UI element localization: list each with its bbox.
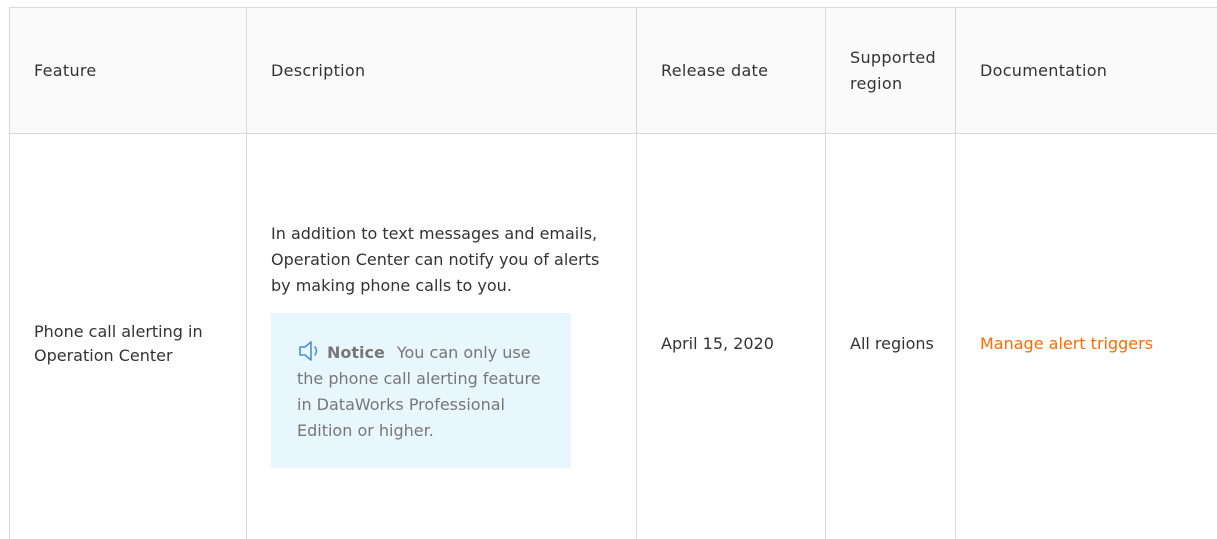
notice-label: Notice xyxy=(327,342,385,362)
description-text: In addition to text messages and emails,… xyxy=(271,223,600,295)
table-header: Feature Description Release date Support… xyxy=(9,7,1217,134)
header-supported-region: Supported region xyxy=(825,7,956,134)
manage-alert-triggers-link[interactable]: Manage alert triggers xyxy=(980,334,1153,353)
feature-cell: Phone call alerting in Operation Center xyxy=(9,133,247,539)
table-body: Phone call alerting in Operation Center … xyxy=(9,133,1217,539)
header-description: Description xyxy=(246,7,637,134)
header-release-date: Release date xyxy=(636,7,826,134)
notice-box: Notice You can only use the phone call al… xyxy=(271,312,571,468)
description-cell: In addition to text messages and emails,… xyxy=(246,133,637,539)
speaker-icon xyxy=(297,339,323,363)
header-feature: Feature xyxy=(9,7,247,134)
release-date-cell: April 15, 2020 xyxy=(636,133,826,539)
table-row: Phone call alerting in Operation Center … xyxy=(9,133,1217,539)
supported-region-cell: All regions xyxy=(825,133,956,539)
page: Feature Description Release date Support… xyxy=(0,0,1217,539)
feature-table: Feature Description Release date Support… xyxy=(9,7,1217,539)
header-row: Feature Description Release date Support… xyxy=(9,7,1217,134)
header-documentation: Documentation xyxy=(955,7,1217,134)
documentation-cell: Manage alert triggers xyxy=(955,133,1217,539)
